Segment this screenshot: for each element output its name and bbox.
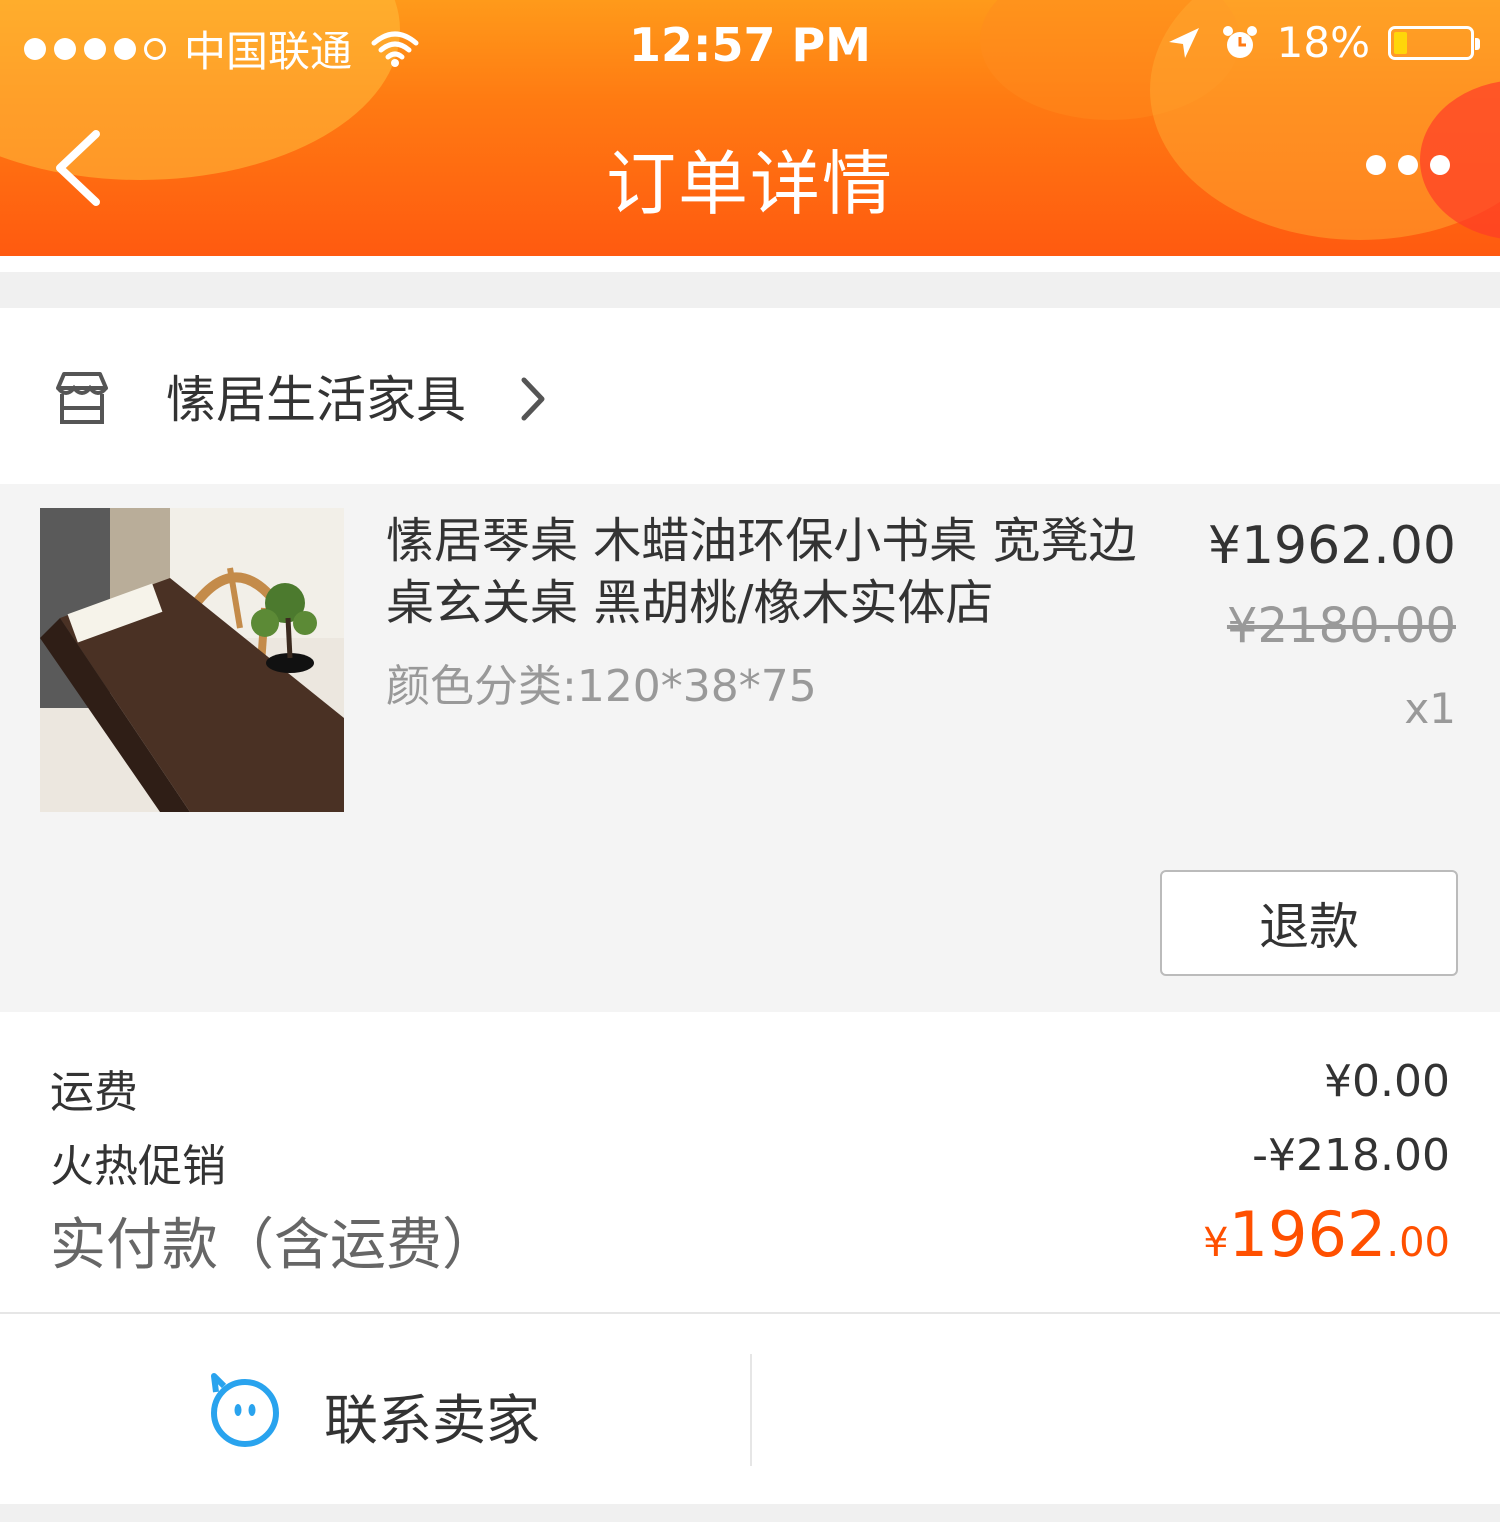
product-title[interactable]: 愫居琴桌 木蜡油环保小书桌 宽凳边桌玄关桌 黑胡桃/橡木实体店	[386, 510, 1156, 634]
more-dot	[1366, 155, 1386, 175]
battery-icon	[1388, 25, 1480, 60]
chat-face-icon[interactable]	[206, 1372, 284, 1450]
page-title: 订单详情	[606, 143, 894, 225]
status-bar: 中国联通 12:57 PM 18%	[0, 10, 1500, 76]
divider	[750, 1354, 752, 1466]
total-paid-value: ¥1962.00	[1203, 1198, 1450, 1271]
shipping-label: 运费	[50, 1067, 138, 1118]
more-dot	[1430, 155, 1450, 175]
header-separator	[0, 256, 1500, 272]
shop-row[interactable]: 愫居生活家具	[0, 308, 1500, 484]
total-paid-decimal: .00	[1386, 1220, 1450, 1266]
shop-name: 愫居生活家具	[166, 371, 466, 429]
product-original-price: ¥2180.00	[1226, 598, 1456, 654]
header: 中国联通 12:57 PM 18% 订单详情	[0, 0, 1500, 256]
product-price: ¥1962.00	[1207, 516, 1456, 576]
more-dot	[1398, 155, 1418, 175]
location-arrow-icon	[1168, 27, 1199, 58]
product-sku: 颜色分类:120*38*75	[386, 661, 817, 712]
shipping-value: ¥0.00	[1324, 1056, 1450, 1107]
promotion-label: 火热促销	[50, 1141, 226, 1192]
order-item[interactable]: 愫居琴桌 木蜡油环保小书桌 宽凳边桌玄关桌 黑胡桃/橡木实体店 颜色分类:120…	[0, 484, 1500, 1012]
bottom-action-bar: 联系卖家	[0, 1312, 1500, 1504]
order-summary: 运费 ¥0.00 火热促销 -¥218.00 实付款（含运费） ¥1962.00	[0, 1012, 1500, 1312]
total-paid-label: 实付款（含运费）	[50, 1213, 498, 1278]
alarm-icon	[1222, 25, 1257, 58]
product-quantity: x1	[1404, 684, 1456, 733]
battery-level	[1394, 31, 1407, 54]
promotion-value: -¥218.00	[1252, 1130, 1450, 1181]
more-dots-icon[interactable]	[1366, 155, 1450, 175]
chevron-right-icon	[521, 377, 545, 421]
battery-percent: 18%	[1276, 18, 1370, 67]
product-image[interactable]	[40, 508, 344, 812]
total-paid-currency: ¥	[1203, 1220, 1229, 1266]
store-icon	[56, 372, 108, 424]
total-paid-integer: 1962	[1228, 1198, 1387, 1271]
contact-seller-button[interactable]: 联系卖家	[324, 1376, 540, 1455]
refund-button[interactable]: 退款	[1160, 870, 1458, 976]
